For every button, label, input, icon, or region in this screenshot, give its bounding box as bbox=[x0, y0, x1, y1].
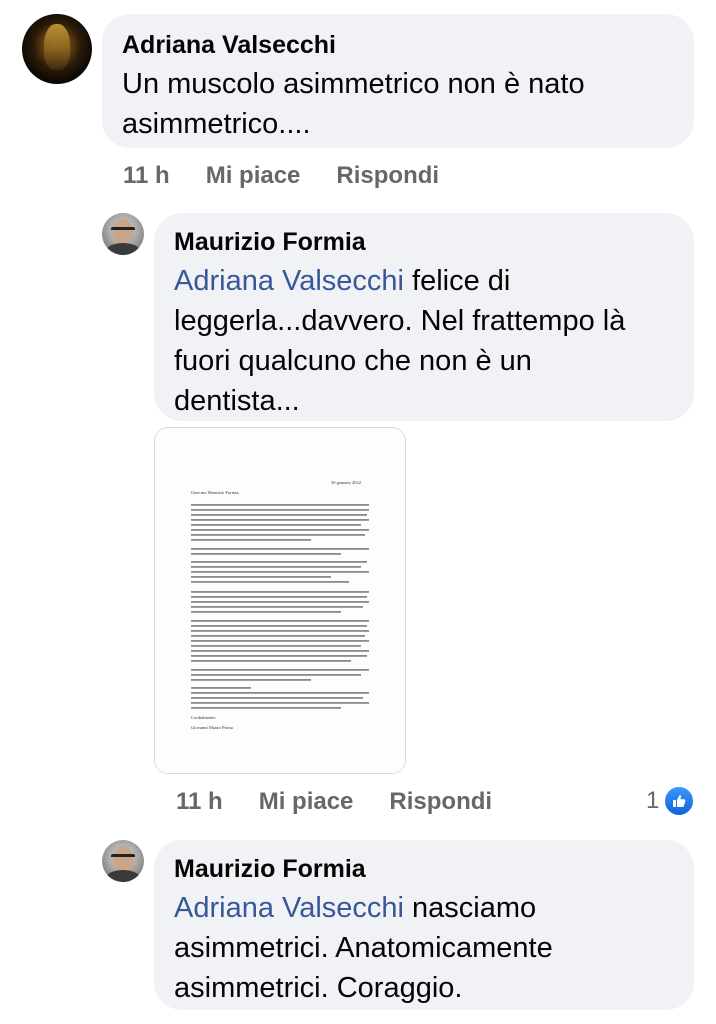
thumbs-up-glyph bbox=[673, 795, 686, 807]
comment-time[interactable]: 11 h bbox=[176, 788, 223, 816]
avatar[interactable] bbox=[22, 14, 92, 84]
comment-author[interactable]: Adriana Valsecchi bbox=[122, 30, 674, 60]
comment-bubble: Maurizio Formia Adriana Valsecchi felice… bbox=[154, 213, 694, 421]
comment-text: Adriana Valsecchi nasciamo asimmetrici. A… bbox=[174, 892, 553, 1004]
reply-button[interactable]: Rispondi bbox=[389, 788, 492, 816]
avatar-glasses bbox=[111, 854, 135, 862]
comment-text: Un muscolo asimmetrico non è nato asimmet… bbox=[122, 68, 585, 140]
comment-meta: 11 h Mi piace Rispondi bbox=[123, 162, 439, 190]
document-signature: Giovanni Mauro Prima bbox=[191, 725, 233, 730]
document-date: 30 gennaio 2022 bbox=[331, 480, 361, 485]
document-page: 30 gennaio 2022 Gent.mo Maurizio Formia, bbox=[155, 428, 405, 773]
comment-text: Adriana Valsecchi felice di leggerla...da… bbox=[174, 265, 626, 417]
like-button[interactable]: Mi piace bbox=[259, 788, 354, 816]
comment-author[interactable]: Maurizio Formia bbox=[174, 854, 674, 884]
avatar-face bbox=[44, 24, 70, 70]
avatar-glasses bbox=[111, 227, 135, 235]
avatar-shirt bbox=[106, 870, 140, 882]
comment-meta: 11 h Mi piace Rispondi bbox=[176, 788, 492, 816]
avatar[interactable] bbox=[102, 213, 144, 255]
like-button[interactable]: Mi piace bbox=[206, 162, 301, 190]
avatar[interactable] bbox=[102, 840, 144, 882]
comment-author[interactable]: Maurizio Formia bbox=[174, 227, 674, 257]
mention-link[interactable]: Adriana Valsecchi bbox=[174, 892, 404, 924]
like-count: 1 bbox=[646, 787, 660, 814]
comment-bubble: Maurizio Formia Adriana Valsecchi nascia… bbox=[154, 840, 694, 1010]
comment-bubble: Adriana Valsecchi Un muscolo asimmetrico… bbox=[102, 14, 694, 148]
reply-button[interactable]: Rispondi bbox=[336, 162, 439, 190]
mention-link[interactable]: Adriana Valsecchi bbox=[174, 265, 404, 297]
reaction-count[interactable]: 1 bbox=[646, 785, 696, 817]
thumbs-up-icon bbox=[663, 785, 696, 817]
comment-time[interactable]: 11 h bbox=[123, 162, 170, 190]
document-closing: Cordialmente bbox=[191, 715, 216, 720]
avatar-shirt bbox=[106, 243, 140, 255]
attached-document-image[interactable]: 30 gennaio 2022 Gent.mo Maurizio Formia, bbox=[154, 427, 406, 774]
